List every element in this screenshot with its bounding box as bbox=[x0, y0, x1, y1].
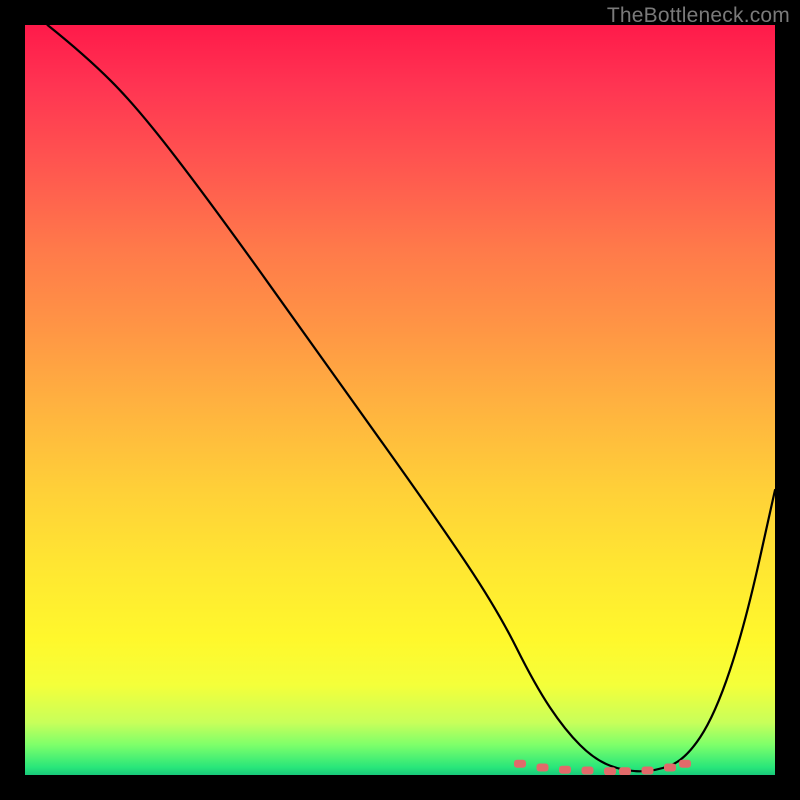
min-marker bbox=[679, 760, 691, 768]
min-marker bbox=[642, 767, 654, 775]
min-marker bbox=[514, 760, 526, 768]
min-marker bbox=[604, 767, 616, 775]
chart-container: TheBottleneck.com bbox=[0, 0, 800, 800]
min-marker bbox=[664, 764, 676, 772]
min-marker bbox=[582, 767, 594, 775]
min-marker bbox=[559, 766, 571, 774]
chart-svg bbox=[25, 25, 775, 775]
min-marker bbox=[619, 767, 631, 775]
plot-area bbox=[25, 25, 775, 775]
min-marker bbox=[537, 764, 549, 772]
bottleneck-curve bbox=[48, 25, 776, 771]
